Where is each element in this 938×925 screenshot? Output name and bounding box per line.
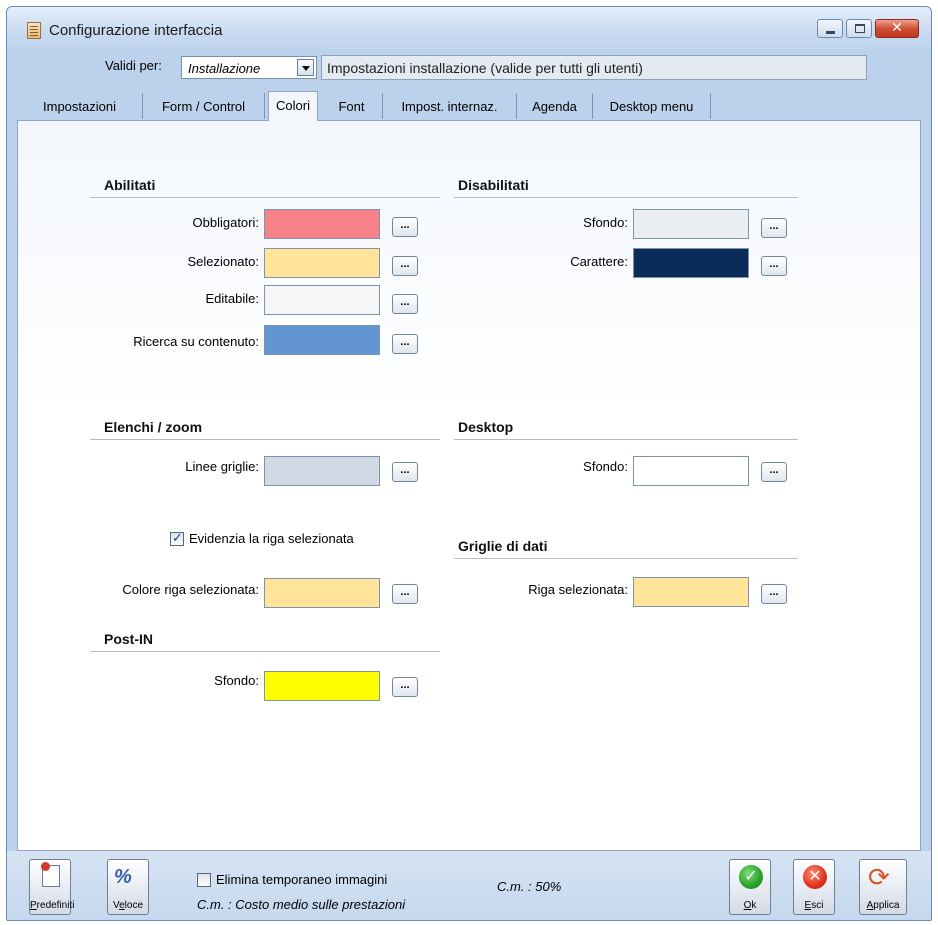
- close-circle-icon: ✕: [803, 865, 827, 889]
- esci-button[interactable]: ✕ Esci: [793, 859, 835, 915]
- colore-riga-browse-button[interactable]: ...: [392, 584, 418, 604]
- refresh-icon: ⟳: [868, 862, 890, 892]
- obbligatori-color-swatch[interactable]: [264, 209, 380, 239]
- postin-sfondo-color-swatch[interactable]: [264, 671, 380, 701]
- scope-description-field: Impostazioni installazione (valide per t…: [321, 55, 867, 80]
- postin-sfondo-label: Sfondo:: [214, 673, 259, 688]
- section-desktop-title: Desktop: [458, 419, 514, 435]
- carattere-browse-button[interactable]: ...: [761, 256, 787, 276]
- tab-colori[interactable]: Colori: [268, 91, 318, 122]
- valid-for-label: Validi per:: [105, 58, 162, 73]
- riga-selezionata-label: Riga selezionata:: [528, 582, 628, 597]
- section-divider: [90, 197, 440, 198]
- evidenzia-label: Evidenzia la riga selezionata: [189, 531, 354, 546]
- disabilitati-sfondo-browse-button[interactable]: ...: [761, 218, 787, 238]
- disabilitati-sfondo-color-swatch[interactable]: [633, 209, 749, 239]
- obbligatori-label: Obbligatori:: [192, 215, 259, 230]
- cm-note: C.m. : Costo medio sulle prestazioni: [197, 897, 406, 912]
- tab-bar: Impostazioni Form / Control Colori Font …: [17, 91, 921, 122]
- editabile-label: Editabile:: [205, 291, 259, 306]
- linee-griglie-browse-button[interactable]: ...: [392, 462, 418, 482]
- veloce-label: loce: [124, 900, 144, 911]
- percent-icon: %: [114, 866, 132, 888]
- section-divider: [90, 651, 440, 652]
- applica-button[interactable]: ⟳ Applica: [859, 859, 907, 915]
- minimize-icon: [826, 31, 835, 34]
- section-divider: [90, 439, 440, 440]
- footer-bar: Predefiniti % Veloce Elimina temporaneo …: [7, 851, 931, 920]
- desktop-sfondo-label: Sfondo:: [583, 459, 628, 474]
- editabile-color-swatch[interactable]: [264, 285, 380, 315]
- ok-label: k: [751, 900, 757, 911]
- tab-form-control[interactable]: Form / Control: [143, 93, 265, 119]
- desktop-sfondo-color-swatch[interactable]: [633, 456, 749, 486]
- ricerca-browse-button[interactable]: ...: [392, 334, 418, 354]
- elimina-checkbox[interactable]: [197, 873, 211, 887]
- predefiniti-hotkey: P: [30, 900, 37, 911]
- scope-row: Validi per: Installazione Impostazioni i…: [7, 49, 931, 89]
- section-disabilitati-title: Disabilitati: [458, 177, 529, 193]
- ok-button[interactable]: ✓ Ok: [729, 859, 771, 915]
- linee-griglie-label: Linee griglie:: [185, 459, 259, 474]
- section-griglie-title: Griglie di dati: [458, 538, 548, 554]
- section-divider: [454, 439, 798, 440]
- section-divider: [454, 197, 798, 198]
- selezionato-browse-button[interactable]: ...: [392, 256, 418, 276]
- esci-label: sci: [811, 900, 824, 911]
- cm-value: C.m. : 50%: [497, 879, 562, 894]
- ricerca-color-swatch[interactable]: [264, 325, 380, 355]
- colore-riga-color-swatch[interactable]: [264, 578, 380, 608]
- ricerca-label: Ricerca su contenuto:: [133, 334, 259, 349]
- riga-selezionata-browse-button[interactable]: ...: [761, 584, 787, 604]
- section-elenchi-title: Elenchi / zoom: [104, 419, 203, 435]
- close-icon: ✕: [891, 19, 903, 35]
- selezionato-label: Selezionato:: [187, 254, 259, 269]
- colors-panel: Abilitati Obbligatori: ... Selezionato: …: [17, 121, 921, 851]
- tab-impostazioni[interactable]: Impostazioni: [17, 93, 143, 119]
- window-title: Configurazione interfaccia: [49, 22, 223, 39]
- maximize-icon: [855, 24, 865, 33]
- postin-sfondo-browse-button[interactable]: ...: [392, 677, 418, 697]
- predefiniti-label: redefiniti: [36, 900, 75, 911]
- carattere-label: Carattere:: [570, 254, 628, 269]
- valid-for-value: Installazione: [188, 61, 261, 76]
- selezionato-color-swatch[interactable]: [264, 248, 380, 278]
- tab-impost-internaz[interactable]: Impost. internaz.: [383, 93, 517, 119]
- config-window: Configurazione interfaccia ✕ Validi per:…: [6, 6, 932, 921]
- veloce-button[interactable]: % Veloce: [107, 859, 149, 915]
- chevron-down-icon[interactable]: [297, 59, 314, 76]
- section-postin-title: Post-IN: [104, 631, 153, 647]
- elimina-label: Elimina temporaneo immagini: [216, 872, 388, 887]
- disabilitati-sfondo-label: Sfondo:: [583, 215, 628, 230]
- linee-griglie-color-swatch[interactable]: [264, 456, 380, 486]
- riga-selezionata-color-swatch[interactable]: [633, 577, 749, 607]
- close-button[interactable]: ✕: [875, 19, 919, 38]
- tab-font[interactable]: Font: [321, 93, 383, 119]
- editabile-browse-button[interactable]: ...: [392, 294, 418, 314]
- default-doc-icon: [41, 862, 60, 887]
- predefiniti-button[interactable]: Predefiniti: [29, 859, 74, 915]
- title-bar: Configurazione interfaccia ✕: [7, 7, 931, 49]
- check-icon: ✓: [739, 865, 763, 889]
- applica-label: pplica: [873, 900, 900, 911]
- obbligatori-browse-button[interactable]: ...: [392, 217, 418, 237]
- tab-agenda[interactable]: Agenda: [517, 93, 593, 119]
- colore-riga-label: Colore riga selezionata:: [122, 582, 259, 597]
- tab-desktop-menu[interactable]: Desktop menu: [593, 93, 711, 119]
- maximize-button[interactable]: [846, 19, 872, 38]
- evidenzia-checkbox[interactable]: [170, 530, 184, 546]
- valid-for-select[interactable]: Installazione: [181, 56, 317, 79]
- app-icon: [27, 22, 41, 39]
- desktop-sfondo-browse-button[interactable]: ...: [761, 462, 787, 482]
- section-abilitati-title: Abilitati: [104, 177, 156, 193]
- minimize-button[interactable]: [817, 19, 843, 38]
- carattere-color-swatch[interactable]: [633, 248, 749, 278]
- section-divider: [454, 558, 798, 559]
